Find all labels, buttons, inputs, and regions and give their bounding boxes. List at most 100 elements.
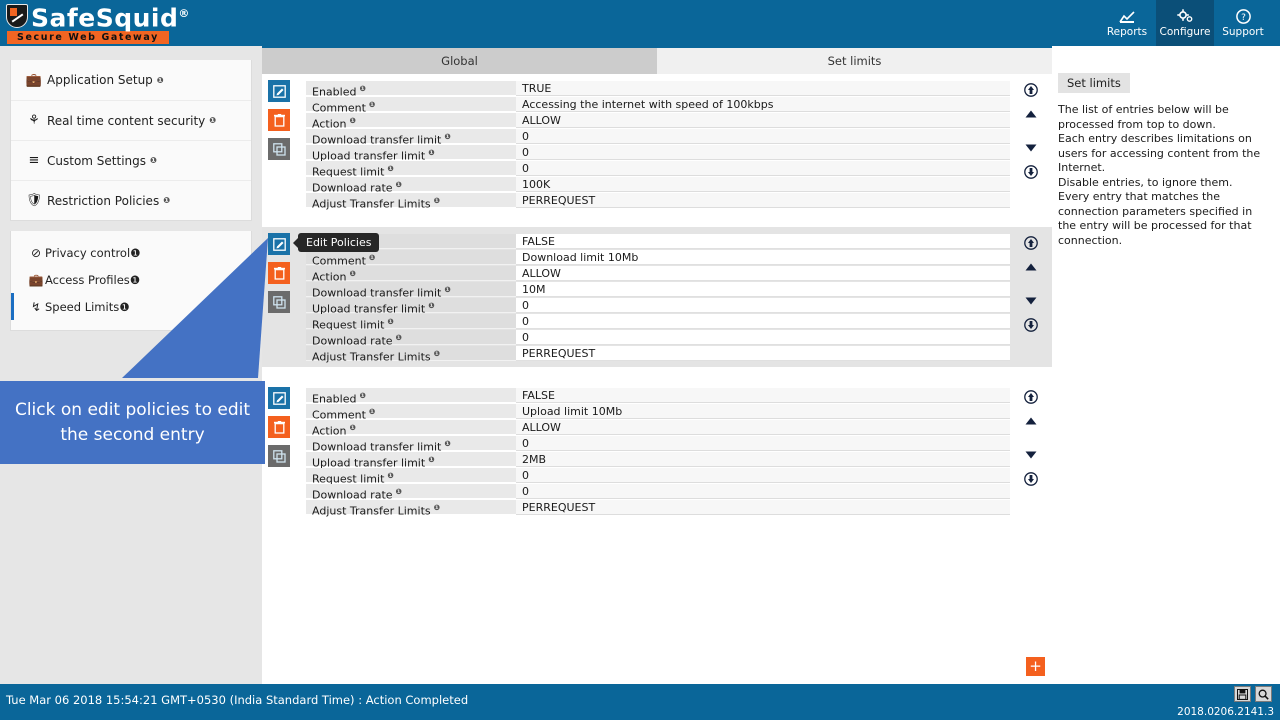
field-label: Comment ❶ xyxy=(306,96,516,114)
entry-move-controls xyxy=(1010,74,1052,214)
field-value[interactable]: PERREQUEST xyxy=(516,192,1010,208)
copy-entry-button[interactable] xyxy=(268,445,290,467)
edit-policies-button[interactable] xyxy=(268,80,290,102)
sidebar-item-custom-settings[interactable]: ≡ Custom Settings ❶ xyxy=(11,140,251,180)
field-value[interactable]: 100K xyxy=(516,176,1010,192)
search-icon[interactable] xyxy=(1255,686,1272,702)
field-value[interactable]: 0 xyxy=(516,297,1010,313)
delete-entry-button[interactable] xyxy=(268,262,290,284)
move-up-button[interactable] xyxy=(1021,259,1041,275)
move-down-button[interactable] xyxy=(1021,447,1041,463)
field-comment: Comment ❶ Upload limit 10Mb xyxy=(306,403,1010,421)
field-value[interactable]: TRUE xyxy=(516,80,1010,96)
move-down-button[interactable] xyxy=(1021,293,1041,309)
tab-set-limits[interactable]: Set limits xyxy=(657,48,1052,74)
help-marker-icon[interactable]: ❶ xyxy=(434,503,440,512)
help-marker-icon[interactable]: ❶ xyxy=(396,487,402,496)
help-marker-icon[interactable]: ❶ xyxy=(387,317,393,326)
help-marker-icon[interactable]: ❶ xyxy=(369,253,375,262)
field-value[interactable]: 2MB xyxy=(516,451,1010,467)
move-up-button[interactable] xyxy=(1021,413,1041,429)
help-marker-icon[interactable]: ❶ xyxy=(150,156,157,165)
help-marker-icon[interactable]: ❶ xyxy=(130,273,140,287)
field-value[interactable]: 0 xyxy=(516,128,1010,144)
help-marker-icon[interactable]: ❶ xyxy=(396,180,402,189)
field-value[interactable]: FALSE xyxy=(516,387,1010,403)
move-to-bottom-button[interactable] xyxy=(1021,317,1041,333)
field-value[interactable]: 0 xyxy=(516,435,1010,451)
help-marker-icon[interactable]: ❶ xyxy=(387,471,393,480)
field-value[interactable]: 0 xyxy=(516,483,1010,499)
move-down-button[interactable] xyxy=(1021,140,1041,156)
nav-reports[interactable]: Reports xyxy=(1098,0,1156,46)
help-marker-icon[interactable]: ❶ xyxy=(444,285,450,294)
field-value[interactable]: Upload limit 10Mb xyxy=(516,403,1010,419)
delete-entry-button[interactable] xyxy=(268,109,290,131)
field-value[interactable]: 0 xyxy=(516,313,1010,329)
field-value[interactable]: 0 xyxy=(516,329,1010,345)
move-to-top-button[interactable] xyxy=(1021,235,1041,251)
field-value[interactable]: 0 xyxy=(516,144,1010,160)
help-marker-icon[interactable]: ❶ xyxy=(359,84,365,93)
sidebar-item-application-setup[interactable]: 💼 Application Setup ❶ xyxy=(11,60,251,100)
entry-row: Enabled❶ FALSE Comment❶ Download limit 1… xyxy=(262,227,1052,367)
copy-entry-button[interactable] xyxy=(268,138,290,160)
entry-fields: Enabled ❶ FALSE Comment ❶ Upload limit 10M… xyxy=(306,381,1010,521)
field-value[interactable]: 0 xyxy=(516,467,1010,483)
field-value[interactable]: 0 xyxy=(516,160,1010,176)
field-label: Download rate ❶ xyxy=(306,329,516,347)
nav-reports-label: Reports xyxy=(1106,25,1148,38)
help-marker-icon[interactable]: ❶ xyxy=(209,116,216,125)
help-marker-icon[interactable]: ❶ xyxy=(369,100,375,109)
nav-support[interactable]: ? Support xyxy=(1214,0,1272,46)
sidebar-item-speed-limits[interactable]: ↯ Speed Limits ❶ xyxy=(11,293,251,320)
field-value[interactable]: PERREQUEST xyxy=(516,345,1010,361)
move-to-top-button[interactable] xyxy=(1021,82,1041,98)
field-value[interactable]: FALSE xyxy=(516,233,1010,249)
sidebar-item-real-time-content-security[interactable]: ⚘ Real time content security ❶ xyxy=(11,100,251,140)
tab-global[interactable]: Global xyxy=(262,48,657,74)
move-to-bottom-button[interactable] xyxy=(1021,471,1041,487)
help-marker-icon[interactable]: ❶ xyxy=(387,164,393,173)
help-marker-icon[interactable]: ❶ xyxy=(444,132,450,141)
nav-configure[interactable]: Configure xyxy=(1156,0,1214,46)
field-label: Download transfer limit ❶ xyxy=(306,281,516,299)
help-marker-icon[interactable]: ❶ xyxy=(444,439,450,448)
help-marker-icon[interactable]: ❶ xyxy=(130,246,140,260)
field-value[interactable]: Download limit 10Mb xyxy=(516,249,1010,265)
help-marker-icon[interactable]: ❶ xyxy=(434,349,440,358)
help-marker-icon[interactable]: ❶ xyxy=(349,116,355,125)
save-icon[interactable] xyxy=(1234,686,1251,702)
brand-logo[interactable]: SafeSquid® Secure Web Gateway xyxy=(6,0,206,46)
help-marker-icon[interactable]: ❶ xyxy=(428,301,434,310)
field-value[interactable]: ALLOW xyxy=(516,112,1010,128)
help-marker-icon[interactable]: ❶ xyxy=(119,300,129,314)
field-value[interactable]: ALLOW xyxy=(516,265,1010,281)
edit-policies-button[interactable] xyxy=(268,387,290,409)
field-value[interactable]: 10M xyxy=(516,281,1010,297)
add-entry-button[interactable]: + xyxy=(1026,657,1045,676)
sidebar-item-restriction-policies[interactable]: 🛡 Restriction Policies ❶ xyxy=(11,180,251,220)
move-to-top-button[interactable] xyxy=(1021,389,1041,405)
field-value[interactable]: PERREQUEST xyxy=(516,499,1010,515)
help-marker-icon[interactable]: ❶ xyxy=(157,76,164,85)
move-up-button[interactable] xyxy=(1021,106,1041,122)
edit-policies-button[interactable] xyxy=(268,233,290,255)
help-marker-icon[interactable]: ❶ xyxy=(369,407,375,416)
field-value[interactable]: ALLOW xyxy=(516,419,1010,435)
field-label-text: Adjust Transfer Limits xyxy=(312,197,431,211)
help-marker-icon[interactable]: ❶ xyxy=(434,196,440,205)
copy-entry-button[interactable] xyxy=(268,291,290,313)
help-marker-icon[interactable]: ❶ xyxy=(349,423,355,432)
move-to-bottom-button[interactable] xyxy=(1021,164,1041,180)
help-marker-icon[interactable]: ❶ xyxy=(428,148,434,157)
field-value[interactable]: Accessing the internet with speed of 100… xyxy=(516,96,1010,112)
delete-entry-button[interactable] xyxy=(268,416,290,438)
help-marker-icon[interactable]: ❶ xyxy=(428,455,434,464)
help-marker-icon[interactable]: ❶ xyxy=(396,333,402,342)
help-marker-icon[interactable]: ❶ xyxy=(163,196,170,205)
help-marker-icon[interactable]: ❶ xyxy=(349,269,355,278)
help-marker-icon[interactable]: ❶ xyxy=(359,391,365,400)
sidebar-item-access-profiles[interactable]: 💼 Access Profiles ❶ xyxy=(11,266,251,293)
sidebar-item-privacy-control[interactable]: ⊘ Privacy control ❶ xyxy=(11,239,251,266)
